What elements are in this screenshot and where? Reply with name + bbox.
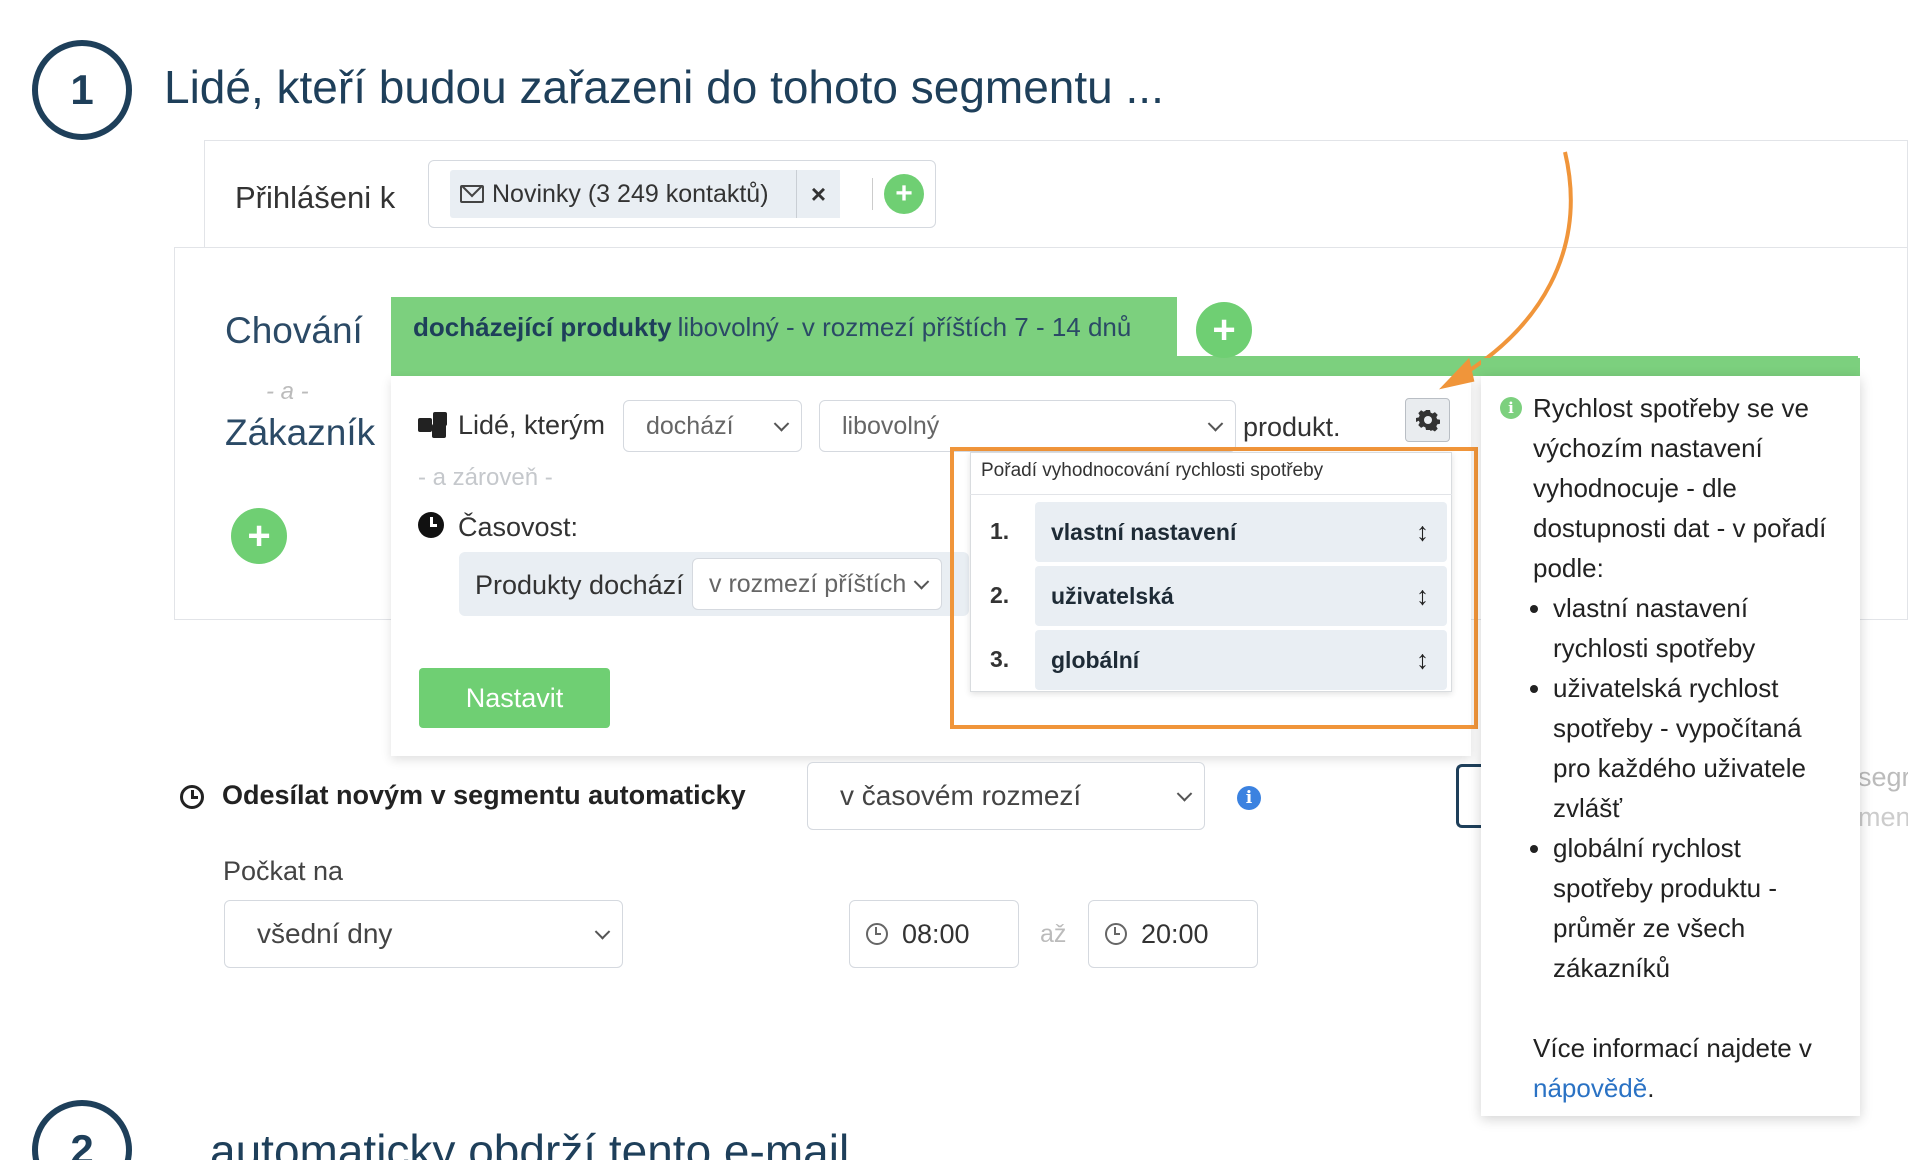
condition-tab-detail: libovolný - v rozmezí příštích 7 - 14 dn… [677,311,1132,342]
drag-handle-icon[interactable]: ↕ [1416,517,1429,548]
time-from-input[interactable]: 08:00 [849,900,1019,968]
add-list-button[interactable]: + [884,174,924,214]
tooltip-top-border [1481,358,1860,376]
time-to-value: 20:00 [1141,918,1209,949]
order-number-1: 1. [990,518,1010,544]
drag-handle-icon[interactable]: ↕ [1416,645,1429,676]
products-runs-out-label: Produkty dochází [475,570,684,600]
tooltip-bullet: uživatelská rychlost spotřeby - vypočíta… [1553,668,1845,828]
order-item-global[interactable]: globální ↕ [1035,630,1447,690]
tab-customer[interactable]: Zákazník [225,412,375,454]
tooltip-more: Více informací najdete v nápovědě. [1533,1028,1845,1108]
clock-icon [866,923,888,945]
list-tag: Novinky (3 249 kontaktů) [450,170,840,218]
tooltip-intro: Rychlost spotřeby se ve výchozím nastave… [1533,393,1827,583]
order-number-2: 2. [990,582,1010,608]
time-separator: až [1040,920,1067,948]
list-tag-label: Novinky (3 249 kontaktů) [492,179,769,208]
tooltip-bullet: globální rychlost spotřeby produktu - pr… [1553,828,1845,988]
order-number-3: 3. [990,646,1010,672]
tooltip-bullet: vlastní nastavení rychlosti spotřeby [1553,588,1845,668]
autosend-mode-value: v časovém rozmezí [840,780,1082,811]
wait-label: Počkat na [223,856,344,886]
remove-list-button[interactable]: × [796,170,840,218]
autosend-clock-icon [180,785,204,809]
and-also-separator: - a zároveň - [418,464,553,491]
clock-icon [1105,923,1127,945]
step-2-title: automaticky obdrží tento e-mail [210,1125,850,1160]
order-item-custom[interactable]: vlastní nastavení ↕ [1035,502,1447,562]
product-suffix: produkt. [1243,412,1341,442]
divider [872,178,873,210]
product-select[interactable]: libovolný [819,400,1236,452]
set-button[interactable]: Nastavit [419,668,610,728]
people-label: Lidé, kterým [458,410,606,440]
clock-icon [418,512,444,538]
partial-hidden-text: segr [1858,762,1908,792]
days-select[interactable]: všední dny [224,900,623,968]
product-select-value: libovolný [842,411,940,440]
runs-out-select-value: dochází [646,411,734,440]
consumption-settings-button[interactable] [1405,398,1450,442]
range-select-value: v rozmezí příštích [709,569,907,598]
tab-behavior[interactable]: Chování [225,310,363,352]
autosend-mode-select[interactable]: v časovém rozmezí [807,762,1205,830]
condition-tab-title: docházející produkty [413,311,672,342]
info-circle-icon: i [1500,397,1522,419]
gear-icon [1415,410,1440,432]
dropdown-heading: Pořadí vyhodnocování rychlosti spotřeby [981,460,1324,481]
time-to-input[interactable]: 20:00 [1088,900,1258,968]
step-1-title: Lidé, kteří budou zařazeni do tohoto seg… [164,61,1164,113]
order-item-label: globální [1051,646,1140,673]
condition-tab[interactable]: docházející produkty libovolný - v rozme… [391,297,1177,357]
timing-label: Časovost: [458,512,579,542]
order-item-label: uživatelská [1051,582,1174,609]
step-2-badge: 2 [32,1100,132,1160]
partial-hidden-text-2: men [1858,802,1908,832]
envelope-icon [460,185,484,203]
dropdown-divider [970,494,1452,495]
runs-out-select[interactable]: dochází [623,400,802,452]
info-icon[interactable]: i [1237,786,1261,810]
time-from-value: 08:00 [902,918,970,949]
order-item-label: vlastní nastavení [1051,518,1237,545]
boxes-icon [418,412,450,438]
step-1-badge: 1 [32,40,132,140]
add-condition-group-button[interactable]: + [231,508,287,564]
sidebar-separator: - a - [266,378,309,405]
tooltip-list: vlastní nastavení rychlosti spotřeby uži… [1533,588,1845,988]
range-select[interactable]: v rozmezí příštích [692,558,942,610]
subscribed-label: Přihlášeni k [235,180,396,215]
add-condition-button[interactable]: + [1196,302,1252,358]
days-select-value: všední dny [257,918,393,949]
drag-handle-icon[interactable]: ↕ [1416,581,1429,612]
help-link[interactable]: nápovědě [1533,1073,1647,1103]
tooltip-more-suffix: . [1647,1073,1655,1103]
order-item-user[interactable]: uživatelská ↕ [1035,566,1447,626]
tooltip-more-prefix: Více informací najdete v [1533,1033,1812,1063]
autosend-label: Odesílat novým v segmentu automaticky [222,780,746,810]
